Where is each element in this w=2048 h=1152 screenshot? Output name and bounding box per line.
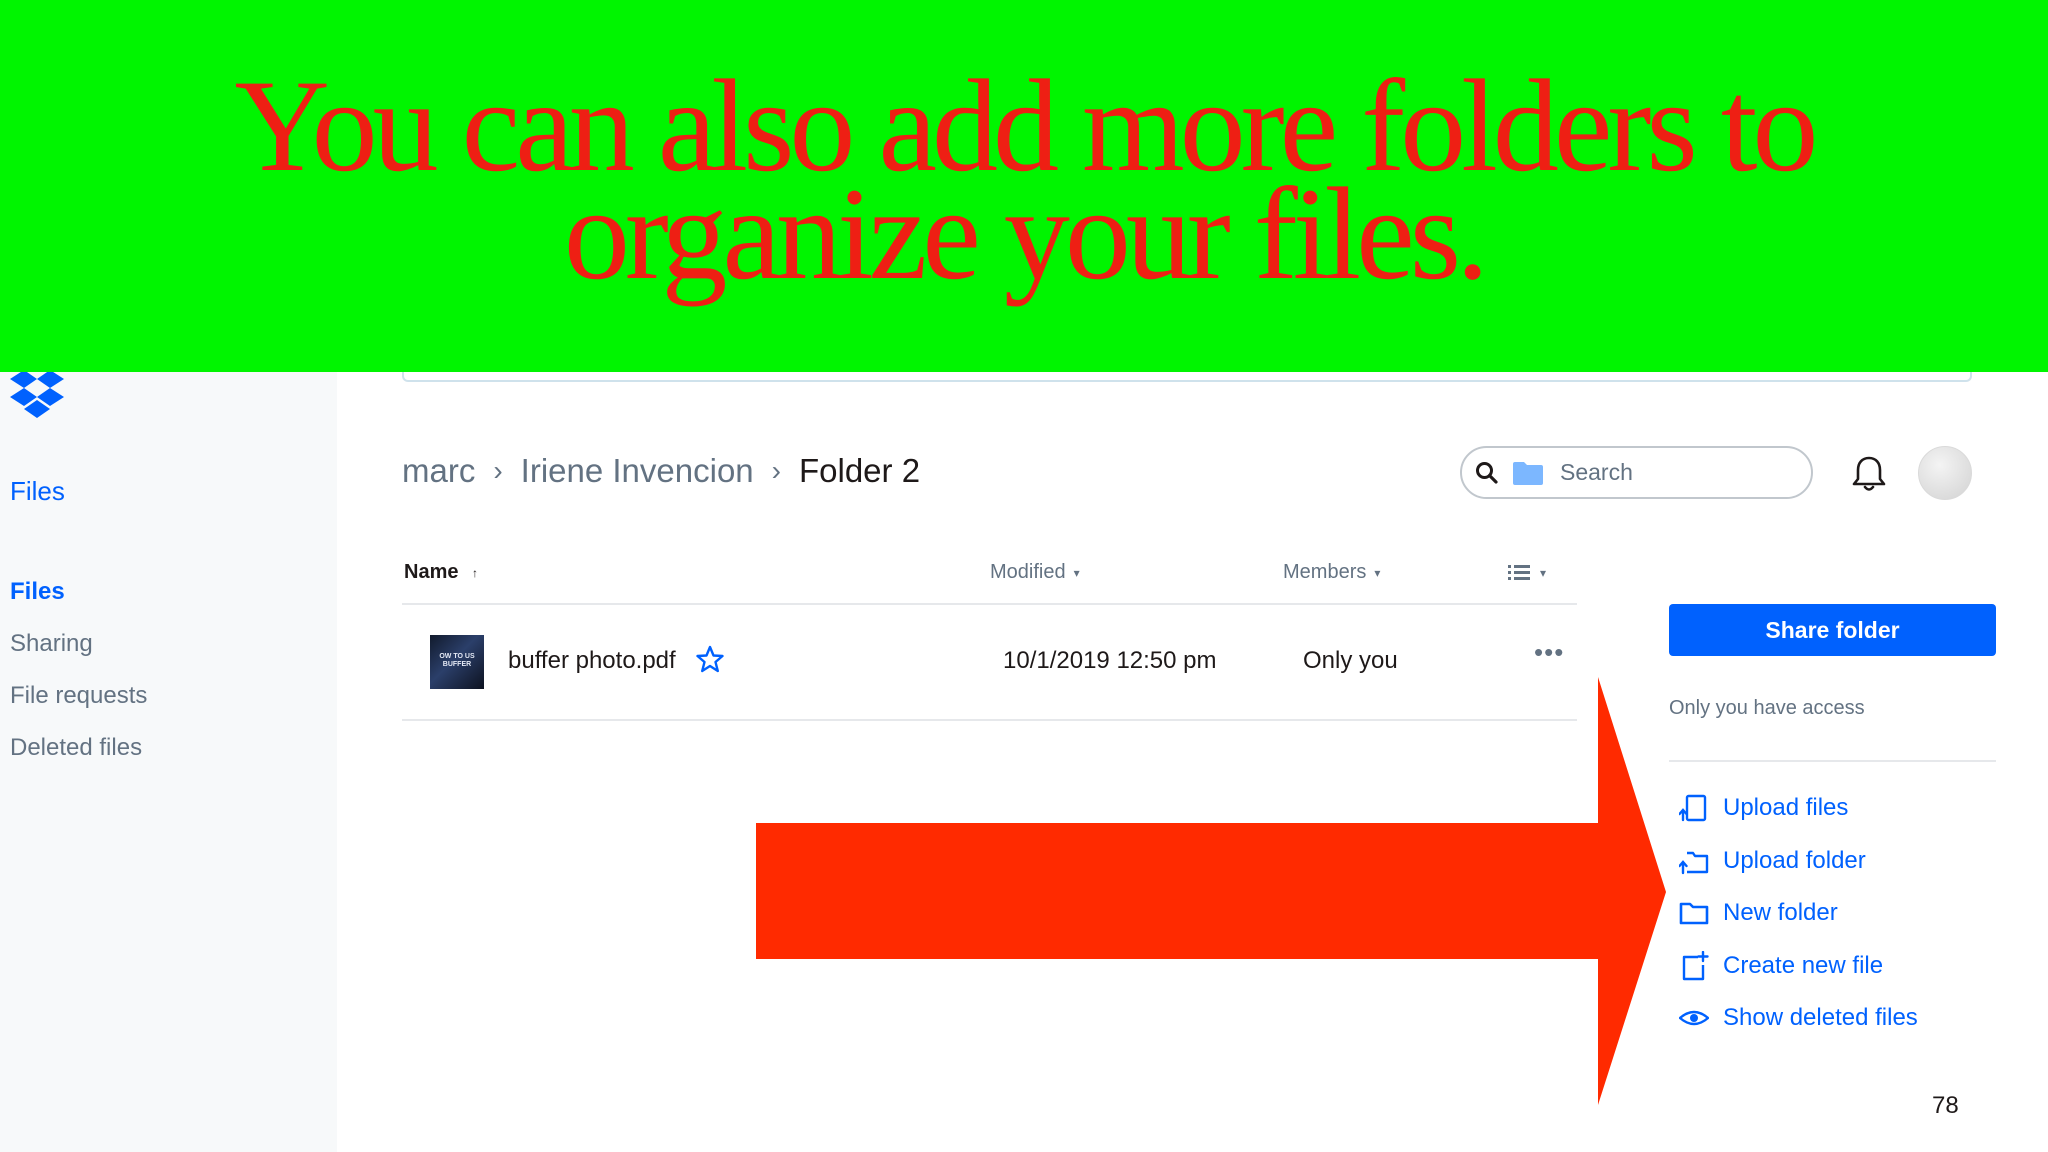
- sidebar-item-deleted-files[interactable]: Deleted files: [10, 730, 147, 782]
- sidebar-title[interactable]: Files: [10, 476, 65, 507]
- bell-icon[interactable]: [1850, 454, 1888, 494]
- file-members: Only you: [1303, 647, 1398, 674]
- file-modified: 10/1/2019 12:50 pm: [1003, 647, 1217, 674]
- sidebar-nav: Files Sharing File requests Deleted file…: [10, 574, 147, 782]
- red-arrow-annotation: [756, 677, 1666, 1105]
- create-file-icon: [1682, 950, 1709, 980]
- show-deleted-files-action[interactable]: Show deleted files: [1679, 992, 1918, 1045]
- caption-text: You can also add more folders to organiz…: [0, 60, 2048, 300]
- upload-files-icon: [1679, 795, 1707, 822]
- breadcrumb-current: Folder 2: [798, 452, 921, 489]
- caption-banner: You can also add more folders to organiz…: [0, 0, 2048, 372]
- avatar[interactable]: [1918, 446, 1972, 500]
- breadcrumb-item-marc[interactable]: marc: [402, 452, 475, 490]
- upload-files-action[interactable]: Upload files: [1679, 782, 1918, 835]
- divider: [1669, 760, 1996, 762]
- new-folder-label: New folder: [1723, 899, 1838, 927]
- eye-icon: [1679, 1011, 1709, 1026]
- sidebar-item-sharing[interactable]: Sharing: [10, 626, 147, 678]
- breadcrumb-separator: ›: [493, 455, 503, 486]
- list-view-icon: [1508, 564, 1530, 580]
- sidebar-item-file-requests[interactable]: File requests: [10, 678, 147, 730]
- sidebar-item-files[interactable]: Files: [10, 574, 147, 626]
- upload-folder-label: Upload folder: [1723, 846, 1866, 874]
- breadcrumb-separator: ›: [771, 455, 781, 486]
- folder-icon: [1513, 461, 1543, 485]
- new-folder-action[interactable]: New folder: [1679, 887, 1918, 940]
- star-icon[interactable]: [696, 645, 724, 673]
- column-header-modified[interactable]: Modified ▾: [990, 561, 1080, 584]
- create-new-file-label: Create new file: [1723, 951, 1884, 979]
- column-header-members[interactable]: Members ▾: [1283, 561, 1380, 584]
- table-header: Name ↑ Modified ▾ Members ▾ ▾: [402, 555, 1577, 605]
- upload-folder-action[interactable]: Upload folder: [1679, 835, 1918, 888]
- page-number: 78: [1932, 1092, 1959, 1119]
- search-icon: [1476, 461, 1498, 484]
- arrow-shape: [756, 677, 1666, 1105]
- folder-actions: Upload files Upload folder New folder Cr…: [1679, 782, 1918, 1045]
- view-options-button[interactable]: ▾: [1508, 561, 1546, 584]
- file-thumbnail: OW TO US BUFFER: [430, 635, 484, 689]
- search-input[interactable]: [1560, 459, 1760, 486]
- more-options-icon[interactable]: •••: [1534, 637, 1564, 668]
- upload-files-label: Upload files: [1723, 794, 1849, 822]
- column-header-name[interactable]: Name ↑: [404, 561, 478, 584]
- show-deleted-files-label: Show deleted files: [1723, 1004, 1918, 1032]
- breadcrumb-item-iriene-invencion[interactable]: Iriene Invencion: [521, 452, 754, 490]
- breadcrumb: marc › Iriene Invencion › Folder 2: [402, 452, 920, 490]
- access-text: Only you have access: [1669, 697, 1865, 719]
- file-name[interactable]: buffer photo.pdf: [508, 647, 676, 675]
- dropbox-logo-icon[interactable]: [10, 370, 64, 418]
- share-folder-button[interactable]: Share folder: [1669, 604, 1996, 656]
- new-folder-icon: [1679, 902, 1709, 925]
- upload-folder-icon: [1679, 851, 1709, 874]
- create-new-file-action[interactable]: Create new file: [1679, 940, 1918, 993]
- search-box[interactable]: [1460, 446, 1813, 499]
